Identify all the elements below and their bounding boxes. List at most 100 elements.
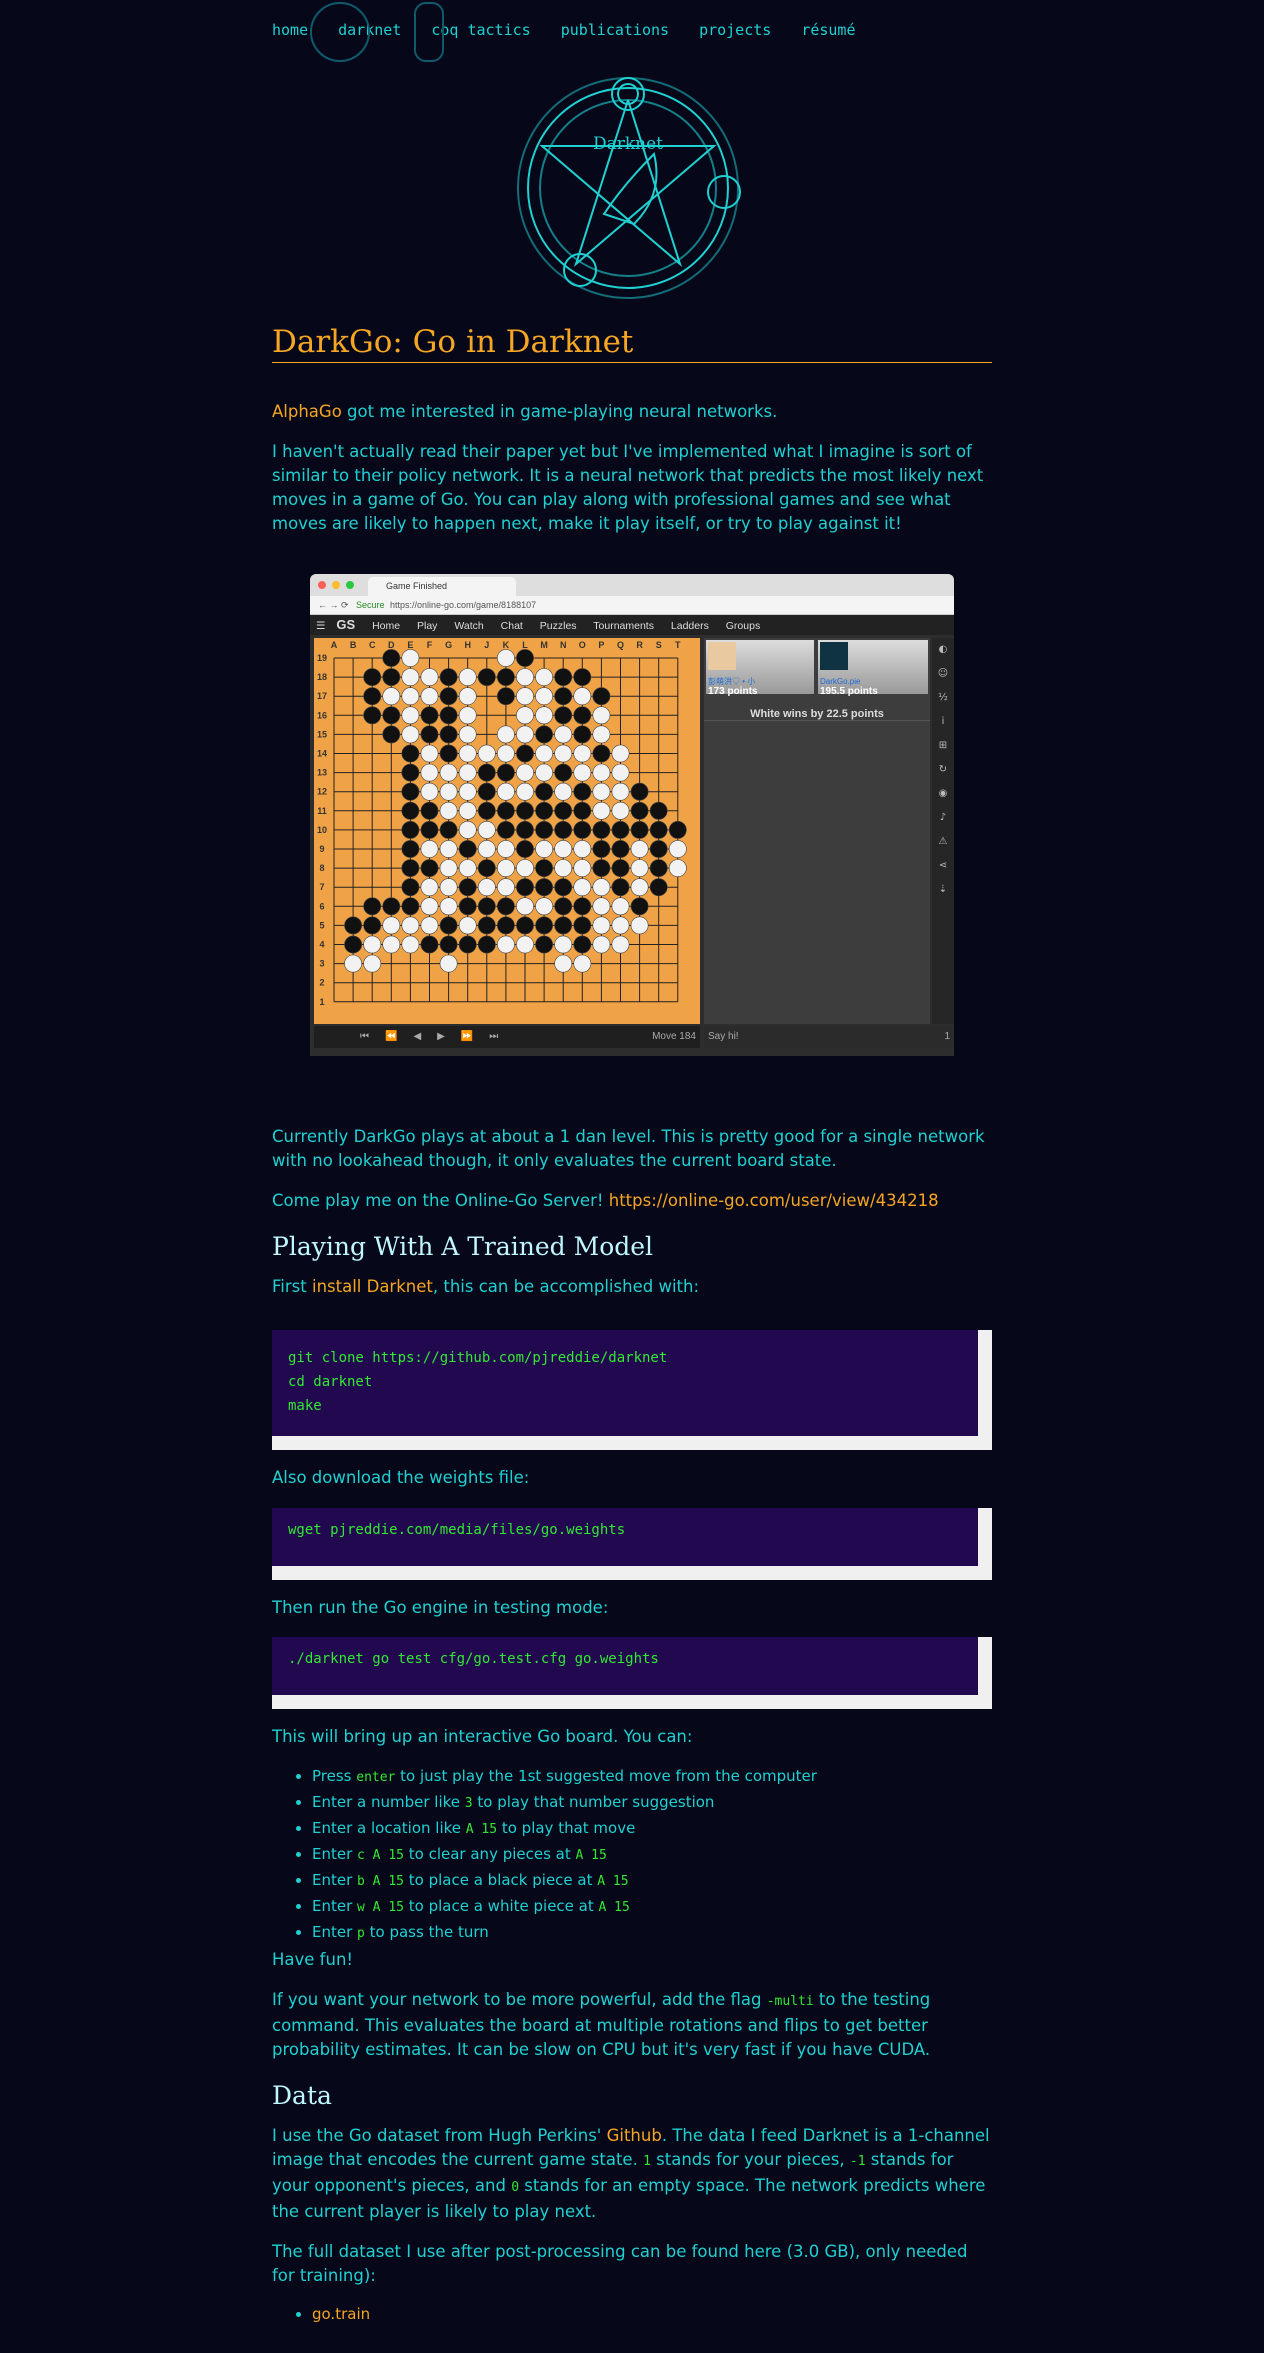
black-stone <box>554 687 573 706</box>
white-stone <box>611 801 630 820</box>
board-row-label: 8 <box>319 863 324 873</box>
white-stone <box>592 935 611 954</box>
black-stone <box>477 916 496 935</box>
white-stone <box>630 916 649 935</box>
code-scrollbar-vertical[interactable] <box>978 1508 992 1566</box>
black-stone <box>477 935 496 954</box>
black-stone <box>344 916 362 935</box>
white-stone <box>420 744 439 763</box>
black-stone <box>516 744 534 763</box>
nav-projects[interactable]: projects <box>699 18 771 42</box>
board-row-label: 1 <box>319 997 324 1007</box>
white-stone <box>496 840 515 858</box>
white-stone <box>420 840 439 858</box>
black-stone <box>649 878 668 897</box>
black-stone <box>439 744 458 763</box>
board-row-label: 4 <box>319 940 324 950</box>
board-row-label: 15 <box>317 729 327 739</box>
list-item: Enter c A 15 to clear any pieces at A 15 <box>312 1842 1032 1868</box>
nav-home[interactable]: home <box>272 18 308 42</box>
install-darknet-link[interactable]: install Darknet <box>312 1277 433 1296</box>
black-stone <box>401 820 420 839</box>
code-scrollbar-horizontal[interactable] <box>272 1566 992 1580</box>
svg-text:Darknet: Darknet <box>593 134 663 154</box>
game-sidebar: 彭萌洪♡ • 小 173 points DarkGo.pie 195.5 poi… <box>704 638 930 1024</box>
white-stone <box>573 954 592 973</box>
code-scrollbar-horizontal[interactable] <box>272 1436 992 1450</box>
play-me: Come play me on the Online-Go Server! ht… <box>272 1191 939 1210</box>
black-stone <box>363 668 382 686</box>
nav-publications[interactable]: publications <box>561 18 669 42</box>
black-stone <box>382 668 401 686</box>
board-row-label: 14 <box>317 749 327 759</box>
nav-coq[interactable]: coq tactics <box>431 18 530 42</box>
black-stone <box>458 897 477 916</box>
board-col-label: Q <box>617 640 624 650</box>
code-scrollbar-vertical[interactable] <box>978 1330 992 1436</box>
black-stone <box>554 668 573 686</box>
player1-card: 彭萌洪♡ • 小 173 points <box>706 640 814 697</box>
white-stone <box>458 744 477 763</box>
black-stone <box>535 935 554 954</box>
black-stone <box>516 840 534 858</box>
white-stone <box>439 763 458 782</box>
white-stone <box>535 668 554 686</box>
white-stone <box>592 897 611 916</box>
code-block-weights: wget pjreddie.com/media/files/go.weights <box>272 1508 992 1580</box>
white-stone <box>363 935 382 954</box>
white-stone <box>516 763 534 782</box>
black-stone <box>477 859 496 878</box>
black-stone <box>401 897 420 916</box>
chat-input[interactable]: Say hi! 1 <box>704 1026 954 1048</box>
black-stone <box>477 782 496 801</box>
white-stone <box>554 782 573 801</box>
white-stone <box>344 954 362 973</box>
white-stone <box>420 878 439 897</box>
board-col-label: F <box>427 640 433 650</box>
section-data: Data <box>272 2081 332 2110</box>
black-stone <box>592 820 611 839</box>
black-stone <box>611 878 630 897</box>
black-stone <box>573 706 592 725</box>
white-stone <box>630 840 649 858</box>
dataset-link[interactable]: here <box>744 2242 781 2261</box>
board-col-label: S <box>656 640 662 650</box>
alphago-link[interactable]: AlphaGo <box>272 402 342 421</box>
main-content: DarkGo: Go in Darknet <box>272 327 992 363</box>
white-stone <box>401 649 420 667</box>
ogs-profile-link[interactable]: https://online-go.com/user/view/434218 <box>609 1191 939 1210</box>
nav-resume[interactable]: résumé <box>801 18 855 42</box>
player2-card: DarkGo.pie 195.5 points <box>818 640 928 697</box>
black-stone <box>554 820 573 839</box>
board-col-label: B <box>350 640 357 650</box>
code-scrollbar-vertical[interactable] <box>978 1637 992 1695</box>
white-stone <box>439 801 458 820</box>
code-scrollbar-horizontal[interactable] <box>272 1695 992 1709</box>
black-stone <box>592 687 611 706</box>
list-item: Enter a number like 3 to play that numbe… <box>312 1790 1032 1816</box>
black-stone <box>477 801 496 820</box>
white-stone <box>439 954 458 973</box>
white-stone <box>458 782 477 801</box>
white-stone <box>554 935 573 954</box>
have-fun: Have fun! <box>272 1950 354 1969</box>
github-link[interactable]: Github <box>607 2126 662 2145</box>
white-stone <box>458 820 477 839</box>
code-block-install: git clone https://github.com/pjreddie/da… <box>272 1330 992 1450</box>
black-stone <box>477 668 496 686</box>
white-stone <box>592 706 611 725</box>
go-train-link[interactable]: go.train <box>312 2305 370 2323</box>
white-stone <box>496 878 515 897</box>
board-row-label: 19 <box>317 653 327 663</box>
black-stone <box>420 801 439 820</box>
white-stone <box>535 763 554 782</box>
list-item: Enter w A 15 to place a white piece at A… <box>312 1894 1032 1920</box>
black-stone <box>535 782 554 801</box>
board-row-label: 10 <box>317 825 327 835</box>
ogs-screenshot: Game Finished ← → ⟳ Secure https://onlin… <box>310 574 954 1056</box>
white-stone <box>458 725 477 744</box>
address-bar: ← → ⟳ Secure https://online-go.com/game/… <box>310 596 954 615</box>
white-stone <box>611 916 630 935</box>
white-stone <box>516 725 534 744</box>
board-row-label: 9 <box>319 844 324 854</box>
